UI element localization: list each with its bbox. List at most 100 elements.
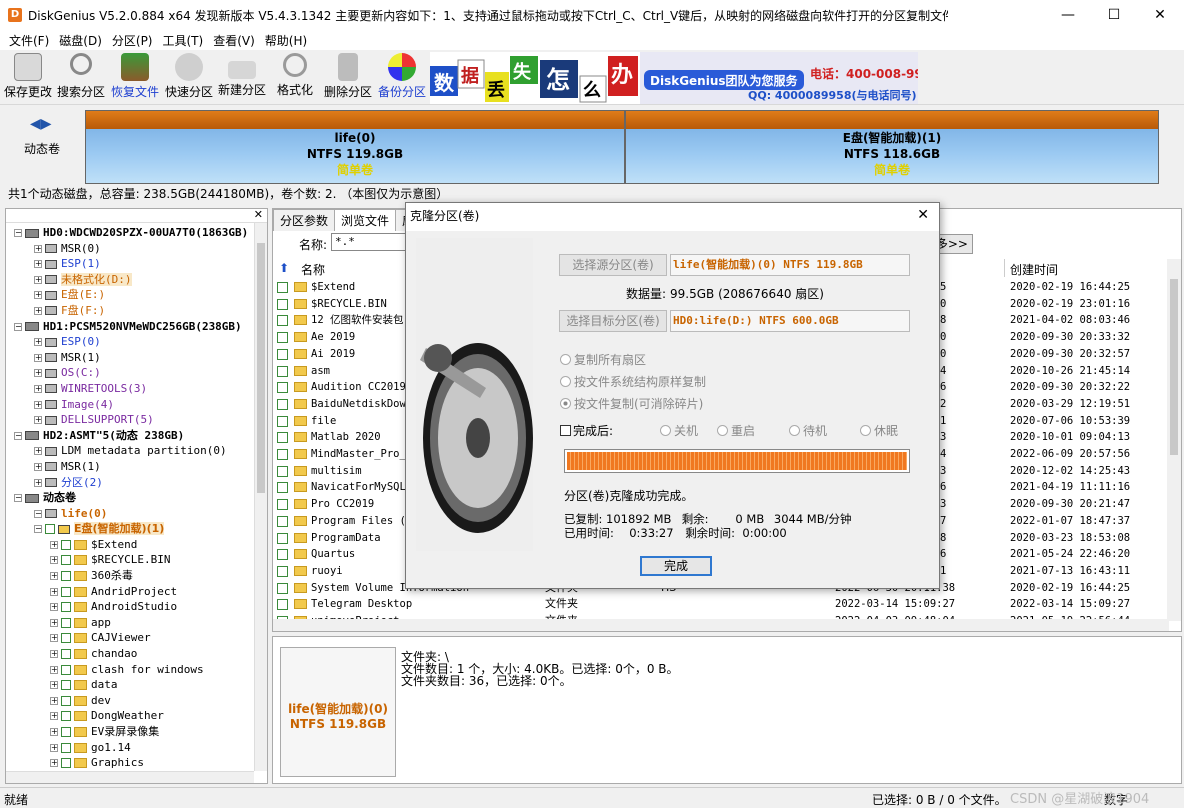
expand-icon[interactable]: − [14,431,22,440]
tree-item[interactable]: + data [6,677,254,693]
expand-icon[interactable]: + [50,712,58,721]
menu-disk[interactable]: 磁盘(D) [54,32,107,49]
menu-file[interactable]: 文件(F) [4,32,54,49]
checkbox[interactable] [277,298,288,310]
checkbox[interactable] [61,758,71,769]
expand-icon[interactable]: + [50,603,58,612]
checkbox[interactable] [277,499,288,511]
tree-item[interactable]: + $RECYCLE.BIN [6,552,254,568]
checkbox[interactable] [277,282,288,293]
checkbox[interactable] [277,582,288,594]
tree-item[interactable]: + AndridProject [6,584,254,600]
tree-item[interactable]: − E盘(智能加载)(1) [6,521,254,537]
ad-banner[interactable]: 数 据 丢 失 怎 么 办 DiskGenius团队为您服务 电话：400-00… [430,52,918,104]
tree-item[interactable]: + MSR(1) [6,459,254,475]
menu-help[interactable]: 帮助(H) [260,32,312,49]
file-row[interactable]: Telegram Desktop 文件夹 2022-03-14 15:09:27 20… [273,596,1168,613]
expand-icon[interactable]: + [34,275,42,284]
checkbox[interactable] [61,586,71,597]
expand-icon[interactable]: + [50,728,58,736]
checkbox[interactable] [61,742,71,753]
checkbox[interactable] [277,482,288,494]
expand-icon[interactable]: + [34,447,42,456]
hibernate-radio[interactable]: 休眠 [860,422,898,439]
tree-item[interactable]: + DELLSUPPORT(5) [6,412,254,428]
checkbox[interactable] [61,680,71,691]
maximize-button[interactable]: ☐ [1091,0,1137,30]
tree-item[interactable]: + app [6,615,254,631]
file-list-scrollbar[interactable] [1167,259,1181,621]
checkbox[interactable] [277,565,288,577]
expand-icon[interactable]: + [50,634,58,643]
expand-icon[interactable]: + [34,338,42,347]
tree-item[interactable]: + AndroidStudio [6,599,254,615]
checkbox[interactable] [277,332,288,344]
expand-icon[interactable]: + [34,384,42,393]
expand-icon[interactable]: + [50,696,58,705]
copy-by-file-radio[interactable]: 按文件复制(可消除碎片) [560,395,703,412]
delete-partition-button[interactable]: 删除分区 [323,53,373,103]
checkbox[interactable] [277,348,288,360]
checkbox[interactable] [277,532,288,544]
partition-block-e[interactable]: E盘(智能加载)(1) NTFS 118.6GB 简单卷 [625,110,1159,184]
checkbox[interactable] [277,315,288,327]
backup-partition-button[interactable]: 备份分区 [377,53,427,103]
checkbox[interactable] [61,695,71,706]
tree-item[interactable]: + dev [6,693,254,709]
expand-icon[interactable]: + [34,369,42,378]
expand-icon[interactable]: + [50,743,58,752]
tab-partition-params[interactable]: 分区参数 [273,209,336,231]
col-ctime[interactable]: 创建时间 [1010,261,1058,278]
expand-icon[interactable]: + [34,244,42,253]
checkbox[interactable] [61,649,71,660]
expand-icon[interactable]: + [50,556,58,565]
file-list-hscrollbar[interactable] [273,619,1169,631]
tree-item[interactable]: + Image(4) [6,397,254,413]
checkbox[interactable] [277,549,288,561]
tree-item[interactable]: + ESP(1) [6,256,254,272]
tab-browse-files[interactable]: 浏览文件 [334,209,397,231]
tree-item[interactable]: − HD2:ASMT"5(动态 238GB) [6,428,254,444]
standby-radio[interactable]: 待机 [789,422,827,439]
expand-icon[interactable]: + [34,260,42,269]
expand-icon[interactable]: + [50,759,58,768]
expand-icon[interactable]: + [34,400,42,409]
tree-item[interactable]: + MSR(0) [6,241,254,257]
tree-item[interactable]: + go1.14 [6,740,254,756]
new-partition-button[interactable]: 新建分区 [217,53,267,103]
menu-tools[interactable]: 工具(T) [158,32,209,49]
checkbox[interactable] [61,664,71,675]
checkbox[interactable] [277,382,288,394]
expand-icon[interactable]: + [50,618,58,627]
checkbox[interactable] [61,602,71,613]
tree-item[interactable]: + DongWeather [6,708,254,724]
expand-icon[interactable]: − [34,525,42,534]
quick-partition-button[interactable]: 快速分区 [164,53,214,103]
tree-item[interactable]: + 分区(2) [6,475,254,491]
restart-radio[interactable]: 重启 [717,422,755,439]
name-filter-input[interactable]: *.* [331,233,411,251]
col-name[interactable]: 名称 [301,261,325,278]
tree-item[interactable]: + $Extend [6,537,254,553]
shutdown-radio[interactable]: 关机 [660,422,698,439]
partition-block-life[interactable]: life(0) NTFS 119.8GB 简单卷 [85,110,625,184]
checkbox[interactable] [277,432,288,444]
checkbox[interactable] [61,727,71,737]
expand-icon[interactable]: + [34,291,42,300]
checkbox[interactable] [277,515,288,527]
checkbox[interactable] [277,365,288,377]
tree-item[interactable]: + LDM metadata partition(0) [6,443,254,459]
checkbox[interactable] [277,449,288,460]
tree-item[interactable]: + MSR(1) [6,350,254,366]
expand-icon[interactable]: + [50,540,58,549]
tree-item[interactable]: + Graphics [6,755,254,771]
menu-partition[interactable]: 分区(P) [107,32,158,49]
select-source-button[interactable]: 选择源分区(卷) [559,254,667,276]
checkbox[interactable] [277,415,288,427]
tree-item[interactable]: − 动态卷 [6,490,254,506]
expand-icon[interactable]: + [50,681,58,690]
finish-button[interactable]: 完成 [640,556,712,576]
expand-icon[interactable]: − [34,509,42,518]
expand-icon[interactable]: + [50,665,58,674]
tree-hscrollbar[interactable] [6,771,254,783]
